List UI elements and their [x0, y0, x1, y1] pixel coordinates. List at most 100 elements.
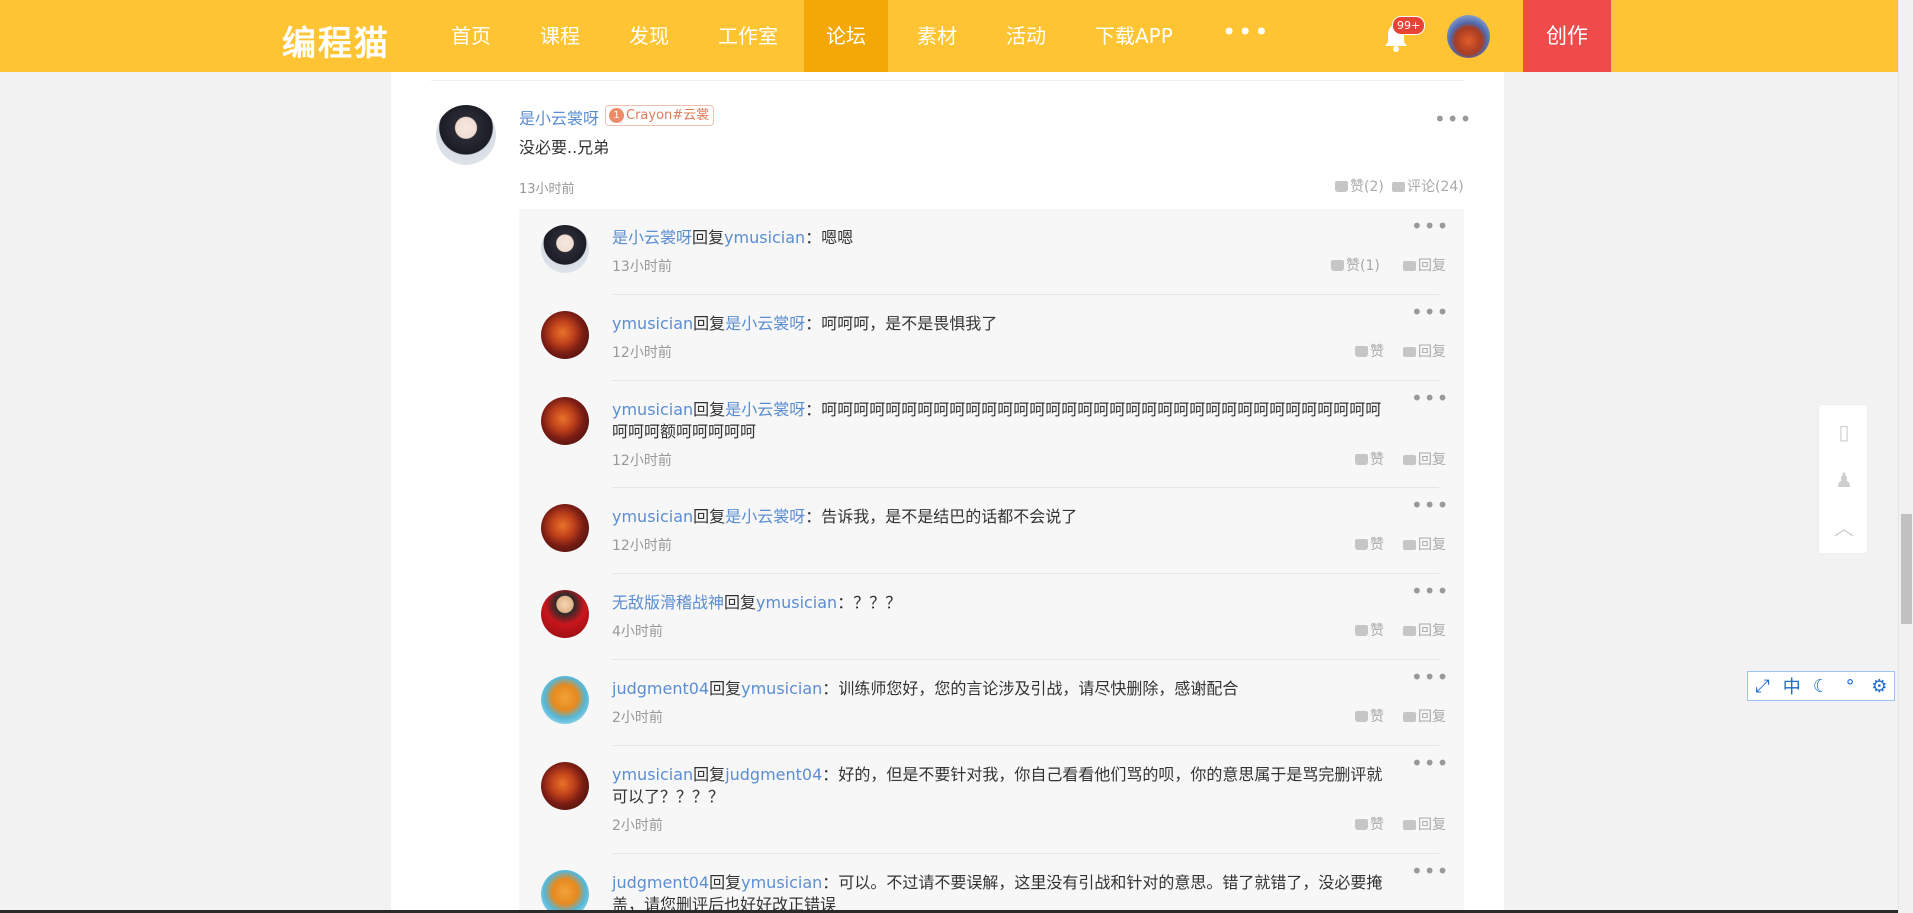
nav-studio[interactable]: 工作室	[696, 0, 800, 72]
like-button[interactable]: 赞(2)	[1335, 176, 1384, 196]
reply-to-user[interactable]: 是小云裳呀	[725, 400, 805, 419]
comment-card: 是小云裳呀 1 Crayon#云裳 ••• 没必要..兄弟 13小时前 赞(2)…	[391, 72, 1504, 913]
nav-more-button[interactable]: •••	[1222, 0, 1270, 72]
reply-like-button[interactable]: 赞	[1355, 449, 1384, 469]
nav-events[interactable]: 活动	[984, 0, 1068, 72]
comment-count-label: 评论(24)	[1407, 179, 1464, 195]
reply-user[interactable]: judgment04	[612, 873, 709, 892]
comment-icon	[1403, 261, 1416, 271]
reply-sep: ：	[805, 228, 822, 247]
reply-avatar[interactable]	[541, 870, 589, 913]
reply-to-user[interactable]: ymusician	[741, 873, 822, 892]
reply-button[interactable]: 回复	[1403, 706, 1446, 726]
more-options-icon[interactable]: •••	[1434, 109, 1472, 129]
reply-to-user[interactable]: 是小云裳呀	[725, 507, 805, 526]
reply-like-button[interactable]: 赞	[1355, 341, 1384, 361]
page-scrollbar[interactable]	[1898, 0, 1913, 913]
reply-like-button[interactable]: 赞(1)	[1331, 255, 1380, 275]
reply-button[interactable]: 回复	[1403, 449, 1446, 469]
user-avatar[interactable]	[1447, 15, 1490, 58]
reply-avatar[interactable]	[541, 504, 589, 552]
side-toolbar: ▯ ♟ ︿	[1818, 404, 1868, 554]
reply-like-button[interactable]: 赞	[1355, 620, 1384, 640]
comment-button[interactable]: 评论(24)	[1392, 176, 1464, 196]
reply-button[interactable]: 回复	[1403, 620, 1446, 640]
nav-home[interactable]: 首页	[429, 0, 513, 72]
reply-button-label: 回复	[1418, 623, 1446, 639]
reply-to-user[interactable]: ymusician	[741, 679, 822, 698]
divider	[612, 853, 1439, 854]
comment-author-avatar[interactable]	[436, 105, 496, 165]
reply-to-user[interactable]: 是小云裳呀	[725, 314, 805, 333]
reply-button[interactable]: 回复	[1403, 814, 1446, 834]
reply-user[interactable]: ymusician	[612, 314, 693, 333]
reply-like-button[interactable]: 赞	[1355, 534, 1384, 554]
more-options-icon[interactable]: •••	[1411, 216, 1449, 236]
reply-text: ymusician回复judgment04：好的，但是不要针对我，你自己看看他们…	[612, 764, 1397, 808]
reply-like-button[interactable]: 赞	[1355, 706, 1384, 726]
chinese-toggle[interactable]: 中	[1781, 673, 1803, 699]
reply-button-label: 回复	[1418, 817, 1446, 833]
reply-button[interactable]: 回复	[1403, 341, 1446, 361]
reply-user[interactable]: ymusician	[612, 765, 693, 784]
reply-avatar[interactable]	[541, 311, 589, 359]
reply-time: 4小时前	[612, 624, 663, 640]
reply-time: 12小时前	[612, 345, 672, 361]
nav-courses[interactable]: 课程	[518, 0, 602, 72]
comment-text: 没必要..兄弟	[519, 138, 610, 157]
reply-user[interactable]: judgment04	[612, 679, 709, 698]
reply-avatar[interactable]	[541, 676, 589, 724]
nav-download-app[interactable]: 下载APP	[1073, 0, 1195, 72]
reply-avatar[interactable]	[541, 397, 589, 445]
reply-to-user[interactable]: judgment04	[725, 765, 822, 784]
nav-materials[interactable]: 素材	[895, 0, 979, 72]
reply-avatar[interactable]	[541, 225, 589, 273]
more-options-icon[interactable]: •••	[1411, 302, 1449, 322]
reply-to-user[interactable]: ymusician	[756, 593, 837, 612]
site-logo[interactable]: 编程猫	[282, 16, 390, 65]
mobile-icon[interactable]: ▯	[1833, 421, 1855, 443]
reply-button[interactable]: 回复	[1403, 534, 1446, 554]
moon-icon[interactable]: ☾	[1810, 676, 1832, 697]
expand-icon[interactable]: ⤢	[1752, 676, 1774, 697]
back-to-top-icon[interactable]: ︿	[1833, 517, 1855, 539]
scrollbar-thumb[interactable]	[1901, 514, 1912, 624]
reply-time: 13小时前	[612, 259, 672, 275]
punctuation-icon[interactable]: °	[1839, 676, 1861, 697]
qq-icon[interactable]: ♟	[1833, 469, 1855, 491]
reply-text: ymusician回复是小云裳呀：呵呵呵呵呵呵呵呵呵呵呵呵呵呵呵呵呵呵呵呵呵呵呵…	[612, 399, 1397, 443]
reply-avatar[interactable]	[541, 762, 589, 810]
more-options-icon[interactable]: •••	[1411, 861, 1449, 881]
create-button[interactable]: 创作	[1523, 0, 1611, 72]
more-options-icon[interactable]: •••	[1411, 495, 1449, 515]
reply-like-label: 赞	[1370, 344, 1384, 360]
reply-content: ？？？	[853, 593, 902, 612]
reply-avatar[interactable]	[541, 590, 589, 638]
reply-sep: ：	[822, 765, 839, 784]
divider	[612, 294, 1439, 295]
reply-user[interactable]: ymusician	[612, 507, 693, 526]
comment-icon	[1403, 455, 1416, 465]
reply-like-button[interactable]: 赞	[1355, 814, 1384, 834]
reply-time: 12小时前	[612, 453, 672, 469]
more-options-icon[interactable]: •••	[1411, 753, 1449, 773]
reply-text: ymusician回复是小云裳呀：告诉我，是不是结巴的话都不会说了	[612, 506, 1397, 528]
reply-button[interactable]: 回复	[1403, 255, 1446, 275]
comment-author-name[interactable]: 是小云裳呀	[519, 105, 599, 129]
more-options-icon[interactable]: •••	[1411, 581, 1449, 601]
reply-content: 呵呵呵，是不是畏惧我了	[821, 314, 998, 333]
comment-icon	[1403, 540, 1416, 550]
nav-discover[interactable]: 发现	[607, 0, 691, 72]
reply-to-user[interactable]: ymusician	[724, 228, 805, 247]
gear-icon[interactable]: ⚙	[1868, 676, 1890, 697]
nav-forum[interactable]: 论坛	[804, 0, 888, 72]
reply-text: judgment04回复ymusician：训练师您好，您的言论涉及引战，请尽快…	[612, 678, 1397, 700]
more-options-icon[interactable]: •••	[1411, 388, 1449, 408]
divider	[612, 380, 1439, 381]
like-label: 赞(2)	[1350, 179, 1384, 195]
reply-user[interactable]: 是小云裳呀	[612, 228, 692, 247]
more-options-icon[interactable]: •••	[1411, 667, 1449, 687]
divider	[612, 745, 1439, 746]
reply-user[interactable]: 无敌版滑稽战神	[612, 593, 724, 612]
reply-user[interactable]: ymusician	[612, 400, 693, 419]
